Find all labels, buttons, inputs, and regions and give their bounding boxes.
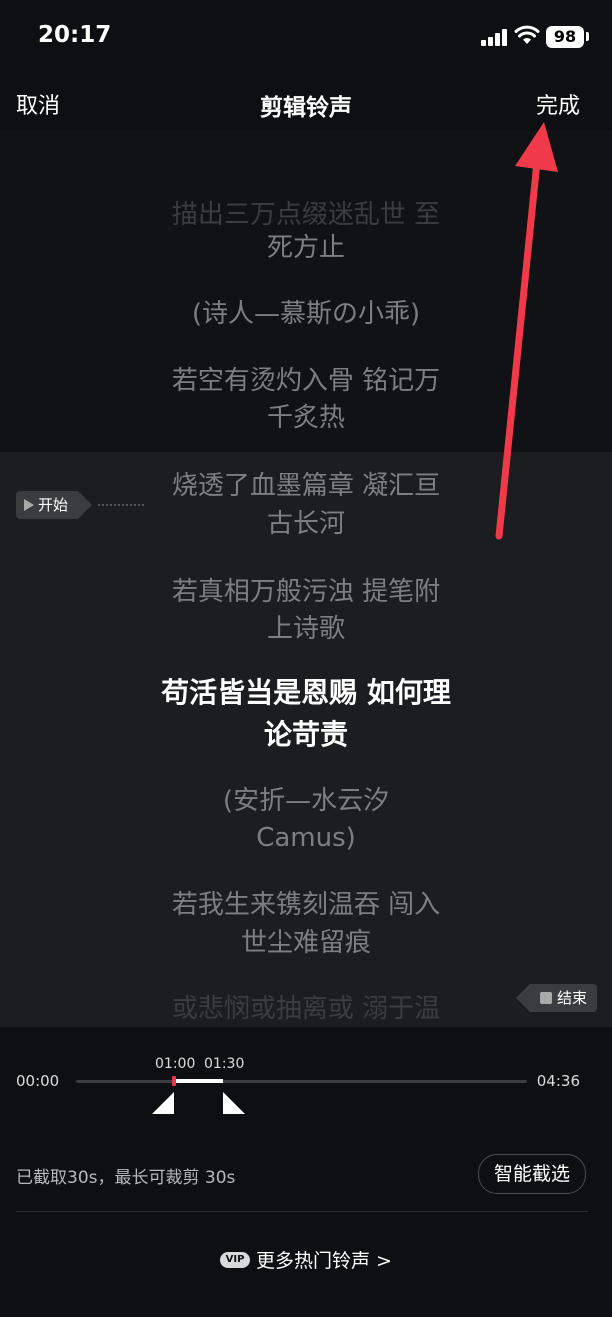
start-marker-guide (98, 504, 144, 506)
selected-range (173, 1079, 223, 1083)
lyric-line: (诗人—慕斯の小乖) (191, 299, 421, 329)
battery-icon: 98 (546, 26, 584, 48)
start-marker-label: 开始 (38, 496, 69, 514)
selection-end-handle[interactable] (223, 1092, 245, 1114)
more-ringtones-label: 更多热门铃声 > (256, 1250, 392, 1272)
battery-tip (586, 32, 589, 41)
vip-badge-icon: VIP (220, 1251, 251, 1268)
page-title: 剪辑铃声 (260, 95, 352, 121)
lyric-line: 烧透了血墨篇章 凝汇亘 (171, 471, 441, 501)
lyric-line-current: 论苛责 (263, 718, 348, 751)
nav-bar: 取消 剪辑铃声 完成 (0, 80, 612, 132)
lyric-line: 或悲悯或抽离或 溺于温 (171, 994, 441, 1024)
selection-start-handle[interactable] (152, 1092, 174, 1114)
done-button[interactable]: 完成 (536, 88, 580, 120)
end-marker-label: 结束 (557, 989, 588, 1007)
lyric-line: 若真相万般污浊 提笔附 (171, 577, 441, 607)
clip-info-text: 已截取30s，最长可裁剪 30s (16, 1168, 236, 1188)
lyric-line: 古长河 (266, 509, 345, 539)
lyric-line: Camus) (256, 823, 356, 853)
cellular-signal-icon (481, 28, 509, 46)
lyric-line: 世尘难留痕 (240, 928, 371, 958)
playhead (172, 1076, 176, 1086)
smart-select-button[interactable]: 智能截选 (478, 1154, 586, 1194)
end-marker[interactable]: 结束 (515, 984, 598, 1012)
clip-timeline: 00:00 04:36 01:00 01:30 (0, 1040, 612, 1130)
lyric-line: 上诗歌 (266, 614, 345, 644)
start-marker[interactable]: 开始 (16, 491, 93, 519)
timeline-start-time: 00:00 (16, 1072, 60, 1090)
status-bar: 20:17 98 (0, 0, 612, 72)
lyric-line: 若空有烫灼入骨 铭记万 (171, 366, 441, 396)
status-time: 20:17 (38, 22, 112, 48)
lyric-line: (安折—水云汐 (222, 786, 390, 816)
play-icon (24, 499, 34, 511)
selection-end-time: 01:30 (204, 1056, 245, 1072)
timeline-track[interactable] (76, 1080, 527, 1083)
lyric-line: 死方止 (266, 233, 345, 263)
wifi-icon (514, 25, 540, 44)
stop-icon (540, 992, 552, 1004)
lyric-line: 千炙热 (266, 403, 345, 433)
lyric-line: 若我生来镌刻温吞 闯入 (171, 890, 441, 920)
divider (16, 1211, 588, 1212)
timeline-end-time: 04:36 (536, 1072, 580, 1090)
lyric-line-current: 苟活皆当是恩赐 如何理 (161, 676, 451, 709)
more-ringtones-link[interactable]: VIP 更多热门铃声 > (0, 1246, 612, 1273)
selection-start-time: 01:00 (155, 1056, 196, 1072)
